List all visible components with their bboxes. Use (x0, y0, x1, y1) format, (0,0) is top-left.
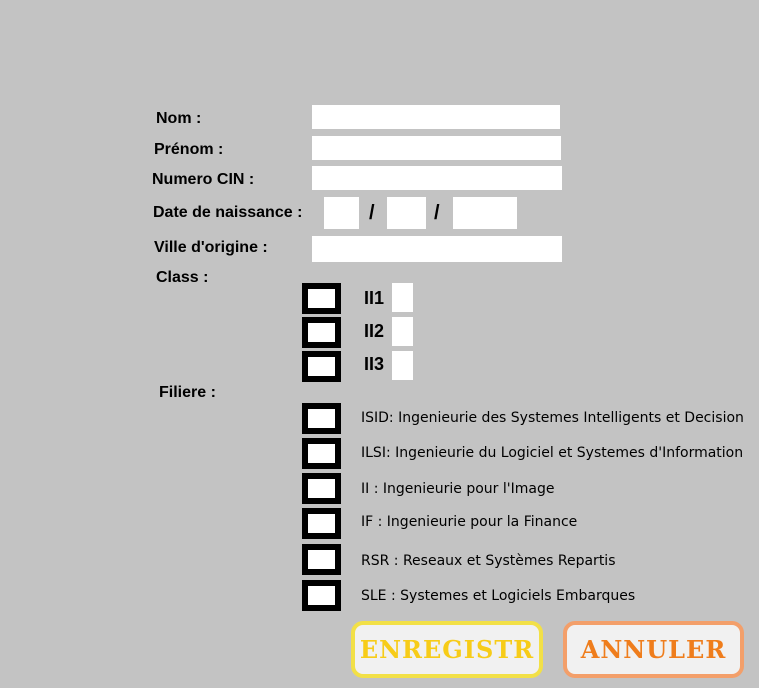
filiere-label: Filiere : (159, 384, 216, 401)
filiere-rsr-checkbox[interactable] (302, 544, 341, 575)
ville-label: Ville d'origine : (154, 239, 268, 256)
dob-label: Date de naissance : (153, 204, 303, 221)
save-button-label: ENREGISTR (359, 635, 535, 664)
filiere-ii-label: II : Ingenieurie pour l'Image (361, 481, 555, 497)
class-ii2-checkbox[interactable] (302, 317, 341, 348)
dob-day-field[interactable] (324, 197, 359, 229)
filiere-isid-checkbox[interactable] (302, 403, 341, 434)
filiere-if-label: IF : Ingenieurie pour la Finance (361, 514, 578, 530)
dob-year-field[interactable] (453, 197, 517, 229)
class-ii1-label: II1 (364, 288, 385, 308)
cancel-button[interactable]: ANNULER (563, 621, 744, 678)
class-ii3-box[interactable] (392, 351, 413, 380)
filiere-ilsi-checkbox[interactable] (302, 438, 341, 469)
dob-month-field[interactable] (387, 197, 426, 229)
class-ii2-label: II2 (364, 321, 385, 341)
class-ii1-box[interactable] (392, 283, 413, 312)
filiere-ii-checkbox[interactable] (302, 473, 341, 504)
filiere-if-checkbox[interactable] (302, 508, 341, 539)
cin-field[interactable] (312, 166, 562, 190)
nom-field[interactable] (312, 105, 560, 129)
class-label: Class : (156, 269, 209, 286)
filiere-rsr-label: RSR : Reseaux et Systèmes Repartis (361, 553, 616, 569)
dob-separator: / (369, 202, 375, 224)
class-ii2-box[interactable] (392, 317, 413, 346)
filiere-sle-checkbox[interactable] (302, 580, 341, 611)
class-ii3-label: II3 (364, 354, 385, 374)
save-button[interactable]: ENREGISTR (351, 621, 543, 678)
cin-label: Numero CIN : (152, 171, 255, 188)
filiere-sle-label: SLE : Systemes et Logiciels Embarques (361, 588, 636, 604)
nom-label: Nom : (156, 110, 202, 127)
class-ii3-checkbox[interactable] (302, 351, 341, 382)
prenom-field[interactable] (312, 136, 561, 160)
ville-field[interactable] (312, 236, 562, 262)
class-ii1-checkbox[interactable] (302, 283, 341, 314)
filiere-ilsi-label: ILSI: Ingenieurie du Logiciel et Systeme… (361, 445, 744, 461)
dob-separator: / (434, 202, 440, 224)
filiere-isid-label: ISID: Ingenieurie des Systemes Intellige… (361, 410, 744, 426)
prenom-label: Prénom : (154, 141, 224, 158)
cancel-button-label: ANNULER (580, 635, 727, 664)
